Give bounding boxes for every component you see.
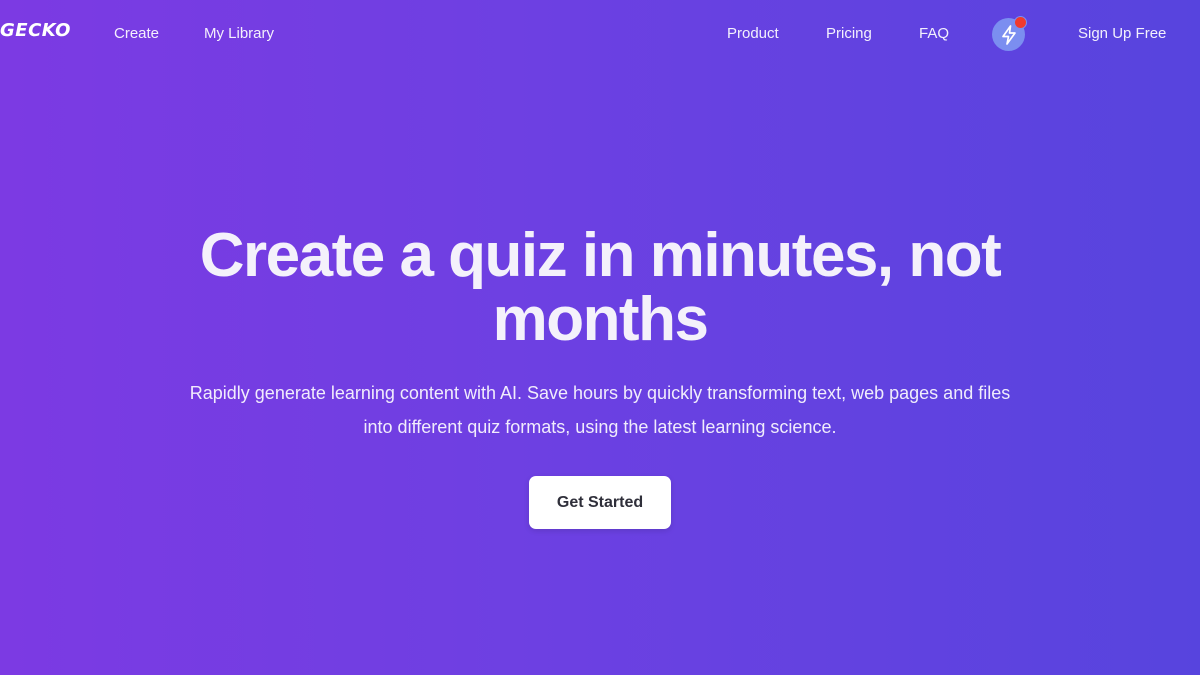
- nav-link-product[interactable]: Product: [727, 25, 779, 42]
- nav-link-my-library[interactable]: My Library: [204, 25, 274, 42]
- logo[interactable]: GECKO: [0, 20, 71, 41]
- nav-link-faq[interactable]: FAQ: [919, 25, 949, 42]
- nav-link-pricing[interactable]: Pricing: [826, 25, 872, 42]
- lightning-bolt-icon: [1000, 24, 1018, 45]
- nav-link-create[interactable]: Create: [114, 25, 159, 42]
- notification-badge: [1014, 16, 1027, 29]
- hero-subtitle: Rapidly generate learning content with A…: [189, 383, 1011, 437]
- sign-up-free-link[interactable]: Sign Up Free: [1078, 25, 1166, 42]
- notifications-button[interactable]: [992, 16, 1027, 51]
- hero-title: Create a quiz in minutes, not months: [199, 221, 1002, 354]
- top-navigation: GECKO Create My Library Product Pricing …: [0, 0, 1200, 68]
- get-started-button[interactable]: Get Started: [529, 476, 671, 529]
- hero-section: Create a quiz in minutes, not months Rap…: [0, 224, 1200, 529]
